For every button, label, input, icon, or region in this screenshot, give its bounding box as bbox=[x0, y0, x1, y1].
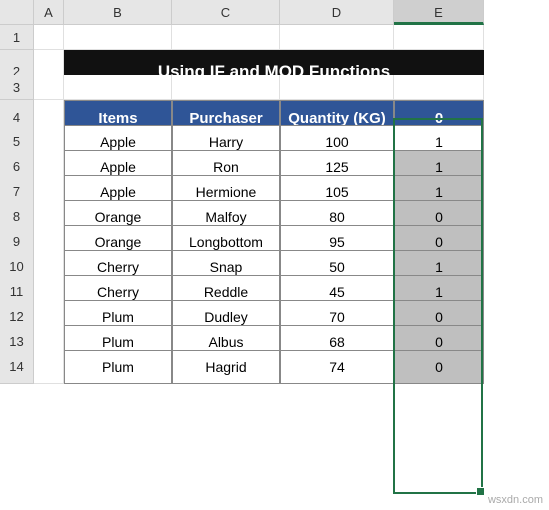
cell[interactable] bbox=[64, 25, 172, 50]
col-header-A[interactable]: A bbox=[34, 0, 64, 25]
cell[interactable] bbox=[394, 25, 484, 50]
select-all-corner[interactable] bbox=[0, 0, 34, 25]
table-cell[interactable]: Hagrid bbox=[172, 350, 280, 384]
table-cell[interactable]: Plum bbox=[64, 350, 172, 384]
cell[interactable] bbox=[34, 25, 64, 50]
col-header-C[interactable]: C bbox=[172, 0, 280, 25]
row-header-14[interactable]: 14 bbox=[0, 350, 34, 384]
cell[interactable] bbox=[34, 350, 64, 384]
cell[interactable] bbox=[280, 75, 394, 100]
cell[interactable] bbox=[280, 25, 394, 50]
col-header-D[interactable]: D bbox=[280, 0, 394, 25]
table-cell[interactable]: 74 bbox=[280, 350, 394, 384]
watermark: wsxdn.com bbox=[488, 494, 543, 506]
row-header-1[interactable]: 1 bbox=[0, 25, 34, 50]
table-cell[interactable]: 0 bbox=[394, 350, 484, 384]
col-header-B[interactable]: B bbox=[64, 0, 172, 25]
cell[interactable] bbox=[34, 75, 64, 100]
row-header-3[interactable]: 3 bbox=[0, 75, 34, 100]
cell[interactable] bbox=[172, 75, 280, 100]
cell[interactable] bbox=[394, 75, 484, 100]
col-header-E[interactable]: E bbox=[394, 0, 484, 25]
spreadsheet-grid[interactable]: A B C D E 1 2 Using IF and MOD Functions… bbox=[0, 0, 549, 375]
cell[interactable] bbox=[64, 75, 172, 100]
cell[interactable] bbox=[172, 25, 280, 50]
